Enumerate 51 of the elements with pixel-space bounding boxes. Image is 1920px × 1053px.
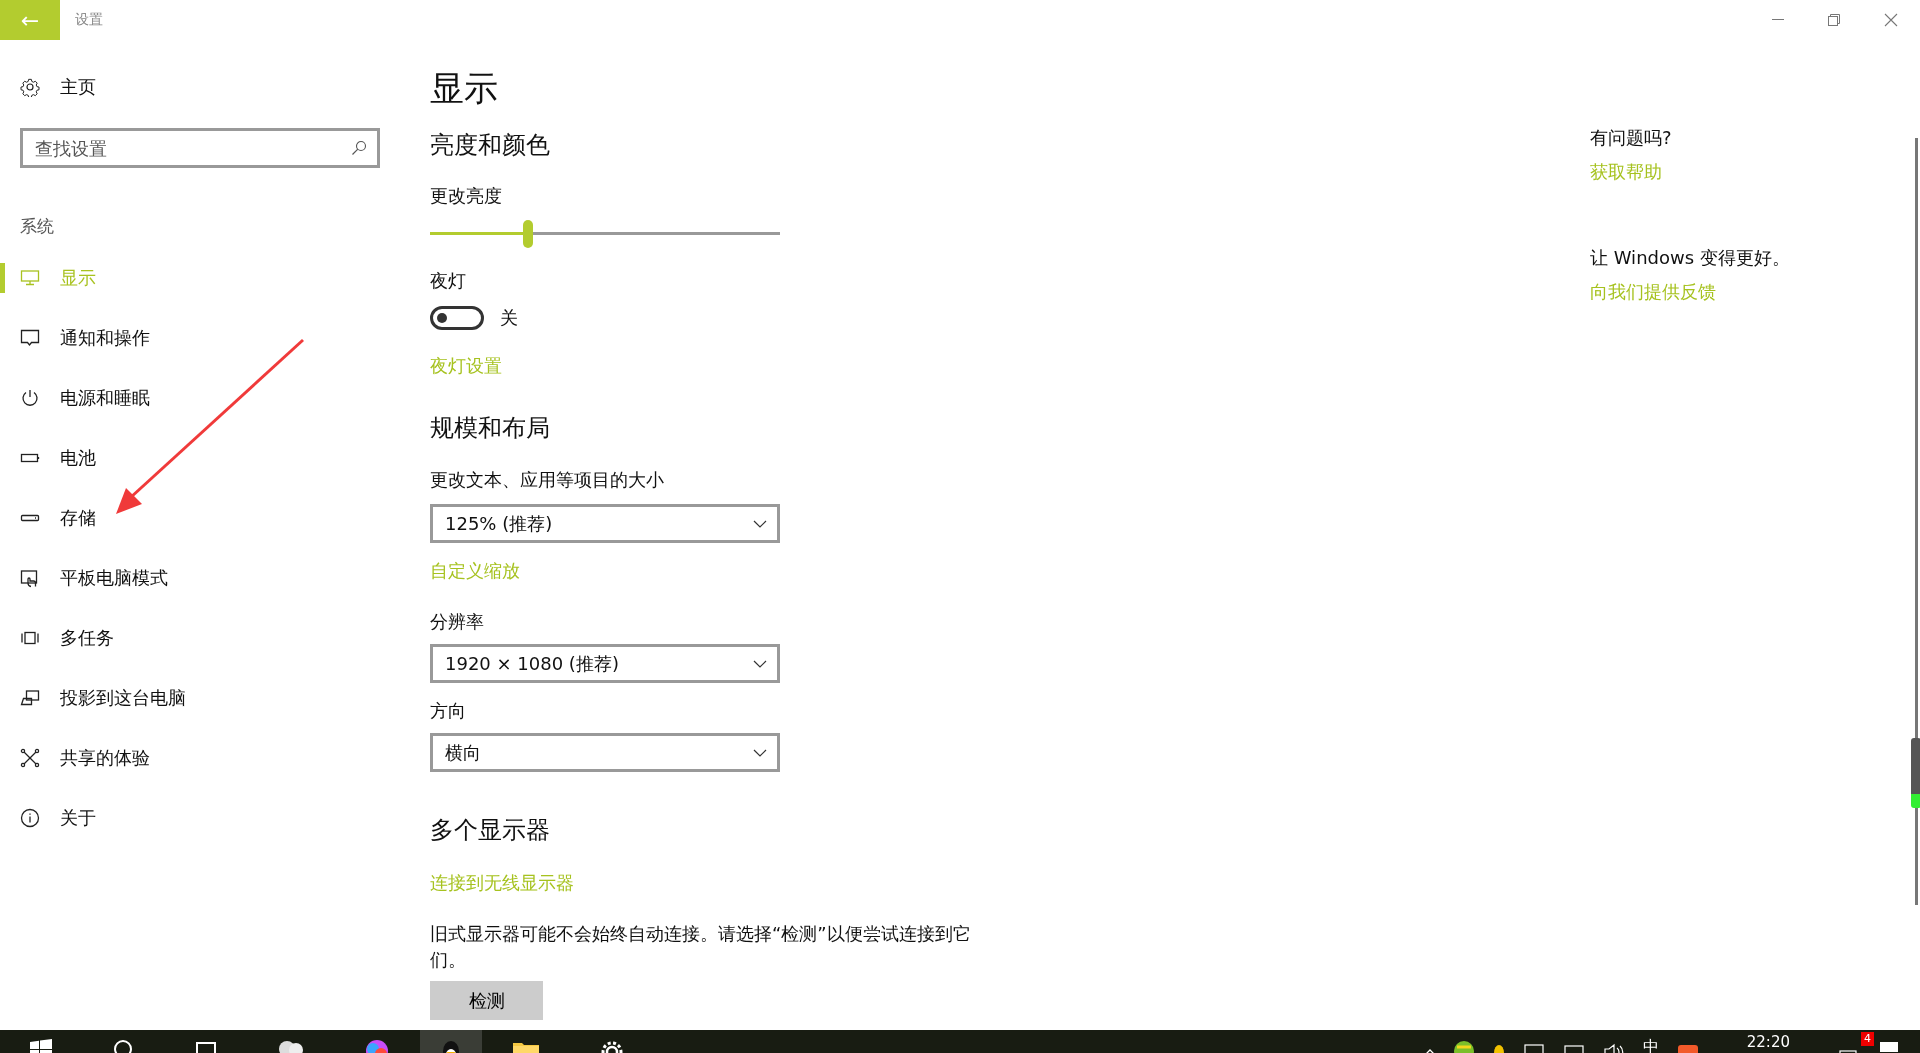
search-field[interactable]: 查找设置 <box>20 128 380 168</box>
search-icon <box>351 140 367 156</box>
minimize-icon[interactable] <box>1772 19 1784 21</box>
section-heading: 多个显示器 <box>430 815 550 846</box>
nav-item[interactable]: 电池 <box>0 428 390 488</box>
slider-thumb[interactable] <box>523 220 533 248</box>
settings-icon <box>20 77 40 97</box>
monitor-icon <box>20 268 40 288</box>
info-icon <box>20 808 40 828</box>
nav-item[interactable]: 通知和操作 <box>0 308 390 368</box>
nav-item[interactable]: 存储 <box>0 488 390 548</box>
notification-badge: 4 <box>1861 1032 1874 1046</box>
projector-icon <box>20 688 40 708</box>
speech-bubble-icon <box>20 328 40 348</box>
nav-item[interactable]: 关于 <box>0 788 390 848</box>
section-heading: 系统 <box>20 215 55 238</box>
home-nav-item[interactable]: 主页 <box>0 74 390 100</box>
chevron-icon <box>753 519 767 528</box>
scale-label: 更改文本、应用等项目的大小 <box>430 468 664 492</box>
toggle-switch[interactable] <box>430 306 484 330</box>
nav-item[interactable]: 共享的体验 <box>0 728 390 788</box>
page-title: 显示 <box>430 68 498 108</box>
power-icon <box>20 388 40 408</box>
nav-item[interactable]: 投影到这台电脑 <box>0 668 390 728</box>
resolution-label: 分辨率 <box>430 610 484 634</box>
orientation-dropdown[interactable]: 横向 <box>430 733 780 772</box>
chevron-icon <box>753 748 767 757</box>
orientation-label: 方向 <box>430 699 466 723</box>
restore-icon[interactable] <box>1828 14 1840 26</box>
clock[interactable]: 22:20 <box>1746 1033 1790 1051</box>
nav-item[interactable]: 多任务 <box>0 608 390 668</box>
nav-item[interactable]: 平板电脑模式 <box>0 548 390 608</box>
scale-dropdown[interactable]: 125% (推荐) <box>430 504 780 543</box>
note-text: 旧式显示器可能不会始终自动连接。请选择“检测”以便尝试连接到它们。 <box>430 922 972 972</box>
detect-button[interactable]: 检测 <box>430 981 543 1020</box>
window-title: 设置 <box>75 11 103 29</box>
section-heading: 规模和布局 <box>430 413 550 444</box>
tablet-icon <box>20 568 40 588</box>
toggle-state: 关 <box>500 306 518 330</box>
night-light-label: 夜灯 <box>430 269 466 293</box>
brightness-label: 更改亮度 <box>430 184 502 208</box>
feedback-prompt: 让 Windows 变得更好。 <box>1590 246 1790 270</box>
chevron-icon <box>753 659 767 668</box>
share-icon <box>20 748 40 768</box>
resolution-dropdown[interactable]: 1920 × 1080 (推荐) <box>430 644 780 683</box>
brightness-slider[interactable] <box>430 220 780 248</box>
nav-item[interactable]: 电源和睡眠 <box>0 368 390 428</box>
close-icon[interactable] <box>1884 13 1898 27</box>
section-heading: 亮度和颜色 <box>430 130 550 161</box>
help-question: 有问题吗? <box>1590 126 1672 150</box>
input-method-indicator[interactable]: 中 <box>1642 1037 1659 1053</box>
